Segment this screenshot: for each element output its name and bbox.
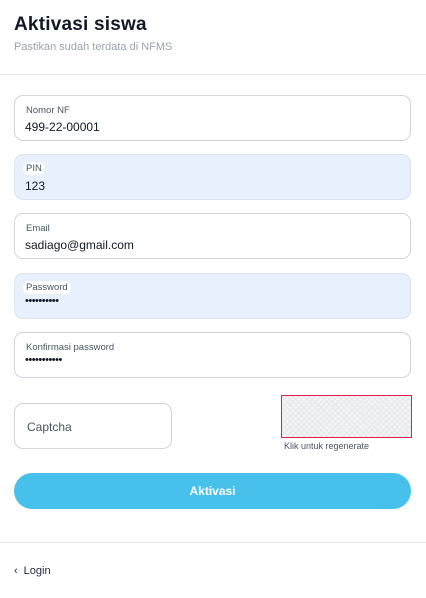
page-title: Aktivasi siswa (14, 14, 147, 35)
konfirmasi-password-input[interactable]: ••••••••••• (25, 354, 395, 366)
chevron-left-icon: ‹ (14, 565, 18, 577)
nomor-nf-input[interactable] (25, 120, 395, 134)
pin-field[interactable]: PIN (14, 154, 411, 200)
captcha-field[interactable] (14, 403, 172, 449)
captcha-image[interactable] (281, 395, 412, 438)
regenerate-captcha-link[interactable]: Klik untuk regenerate (284, 441, 369, 451)
back-to-login-label: Login (23, 565, 51, 577)
nomor-nf-label: Nomor NF (26, 105, 70, 116)
nomor-nf-field[interactable]: Nomor NF (14, 95, 411, 141)
email-field[interactable]: Email (14, 213, 411, 259)
back-to-login-link[interactable]: ‹ Login (14, 565, 51, 577)
password-field[interactable]: Password •••••••••• (14, 273, 411, 319)
password-label: Password (23, 281, 71, 294)
konfirmasi-password-label: Konfirmasi password (26, 342, 115, 353)
password-input[interactable]: •••••••••• (25, 295, 395, 307)
konfirmasi-password-field[interactable]: Konfirmasi password ••••••••••• (14, 332, 411, 378)
email-input[interactable] (25, 238, 395, 252)
page-subtitle: Pastikan sudah terdata di NFMS (14, 41, 173, 53)
email-label: Email (26, 223, 50, 234)
footer-divider (0, 542, 426, 543)
header-divider (0, 74, 426, 75)
pin-label: PIN (23, 162, 45, 175)
page-header: Aktivasi siswa Pastikan sudah terdata di… (14, 14, 412, 53)
pin-input[interactable] (25, 179, 395, 193)
aktivasi-button[interactable]: Aktivasi (14, 473, 411, 509)
captcha-input[interactable] (25, 419, 169, 435)
